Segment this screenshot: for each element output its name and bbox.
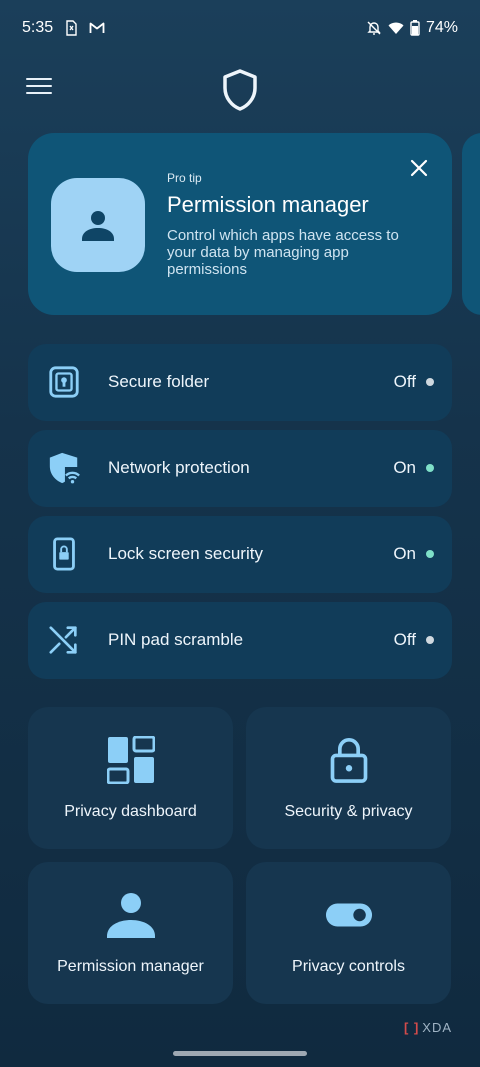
status-dot — [426, 378, 434, 386]
battery-percent: 74% — [425, 19, 458, 36]
pin-pad-scramble-row[interactable]: PIN pad scramble Off — [28, 602, 452, 679]
xda-watermark: [ ] XDA — [404, 1020, 453, 1035]
promo-description: Control which apps have access to your d… — [167, 227, 399, 278]
secure-folder-icon — [46, 364, 82, 400]
person-icon — [51, 178, 145, 272]
network-protection-label: Network protection — [108, 458, 250, 477]
network-shield-icon — [46, 450, 82, 486]
pin-pad-scramble-status: Off — [393, 630, 416, 649]
toggle-icon — [246, 890, 451, 940]
person-icon — [28, 890, 233, 940]
security-privacy-tile[interactable]: Security & privacy — [246, 707, 451, 849]
top-app-bar — [0, 66, 480, 112]
privacy-controls-label: Privacy controls — [292, 958, 405, 975]
secure-folder-status: Off — [393, 372, 416, 391]
close-icon[interactable] — [407, 156, 431, 180]
privacy-dashboard-label: Privacy dashboard — [64, 803, 197, 820]
lock-icon — [246, 735, 451, 785]
secure-folder-row[interactable]: Secure folder Off — [28, 344, 452, 421]
bell-off-icon — [366, 20, 382, 36]
status-time: 5:35 — [22, 19, 54, 36]
promo-title: Permission manager — [167, 192, 369, 217]
phone-lock-icon — [46, 536, 82, 572]
sim-alert-icon — [63, 20, 79, 36]
network-protection-status: On — [393, 458, 416, 477]
lock-screen-security-row[interactable]: Lock screen security On — [28, 516, 452, 593]
next-promo-card-peek[interactable] — [462, 133, 480, 315]
gmail-icon — [89, 20, 105, 36]
home-indicator[interactable] — [173, 1051, 307, 1056]
permission-manager-label: Permission manager — [57, 958, 204, 975]
status-dot — [426, 464, 434, 472]
status-dot — [426, 636, 434, 644]
pin-pad-scramble-label: PIN pad scramble — [108, 630, 244, 649]
lock-screen-security-status: On — [393, 544, 416, 563]
privacy-controls-tile[interactable]: Privacy controls — [246, 862, 451, 1004]
shuffle-icon — [46, 622, 82, 658]
permission-manager-tile[interactable]: Permission manager — [28, 862, 233, 1004]
privacy-dashboard-tile[interactable]: Privacy dashboard — [28, 707, 233, 849]
wifi-icon — [388, 20, 404, 36]
status-dot — [426, 550, 434, 558]
lock-screen-security-label: Lock screen security — [108, 544, 263, 563]
security-privacy-label: Security & privacy — [284, 803, 413, 820]
pro-tip-card[interactable]: Pro tip Permission manager Control which… — [28, 133, 452, 315]
promo-eyebrow: Pro tip — [167, 171, 202, 185]
shield-icon — [221, 68, 259, 112]
status-bar: 5:35 74% — [0, 0, 480, 56]
secure-folder-label: Secure folder — [108, 372, 210, 391]
hamburger-menu-icon[interactable] — [26, 78, 52, 100]
battery-icon — [410, 20, 420, 36]
network-protection-row[interactable]: Network protection On — [28, 430, 452, 507]
dashboard-icon — [28, 735, 233, 785]
